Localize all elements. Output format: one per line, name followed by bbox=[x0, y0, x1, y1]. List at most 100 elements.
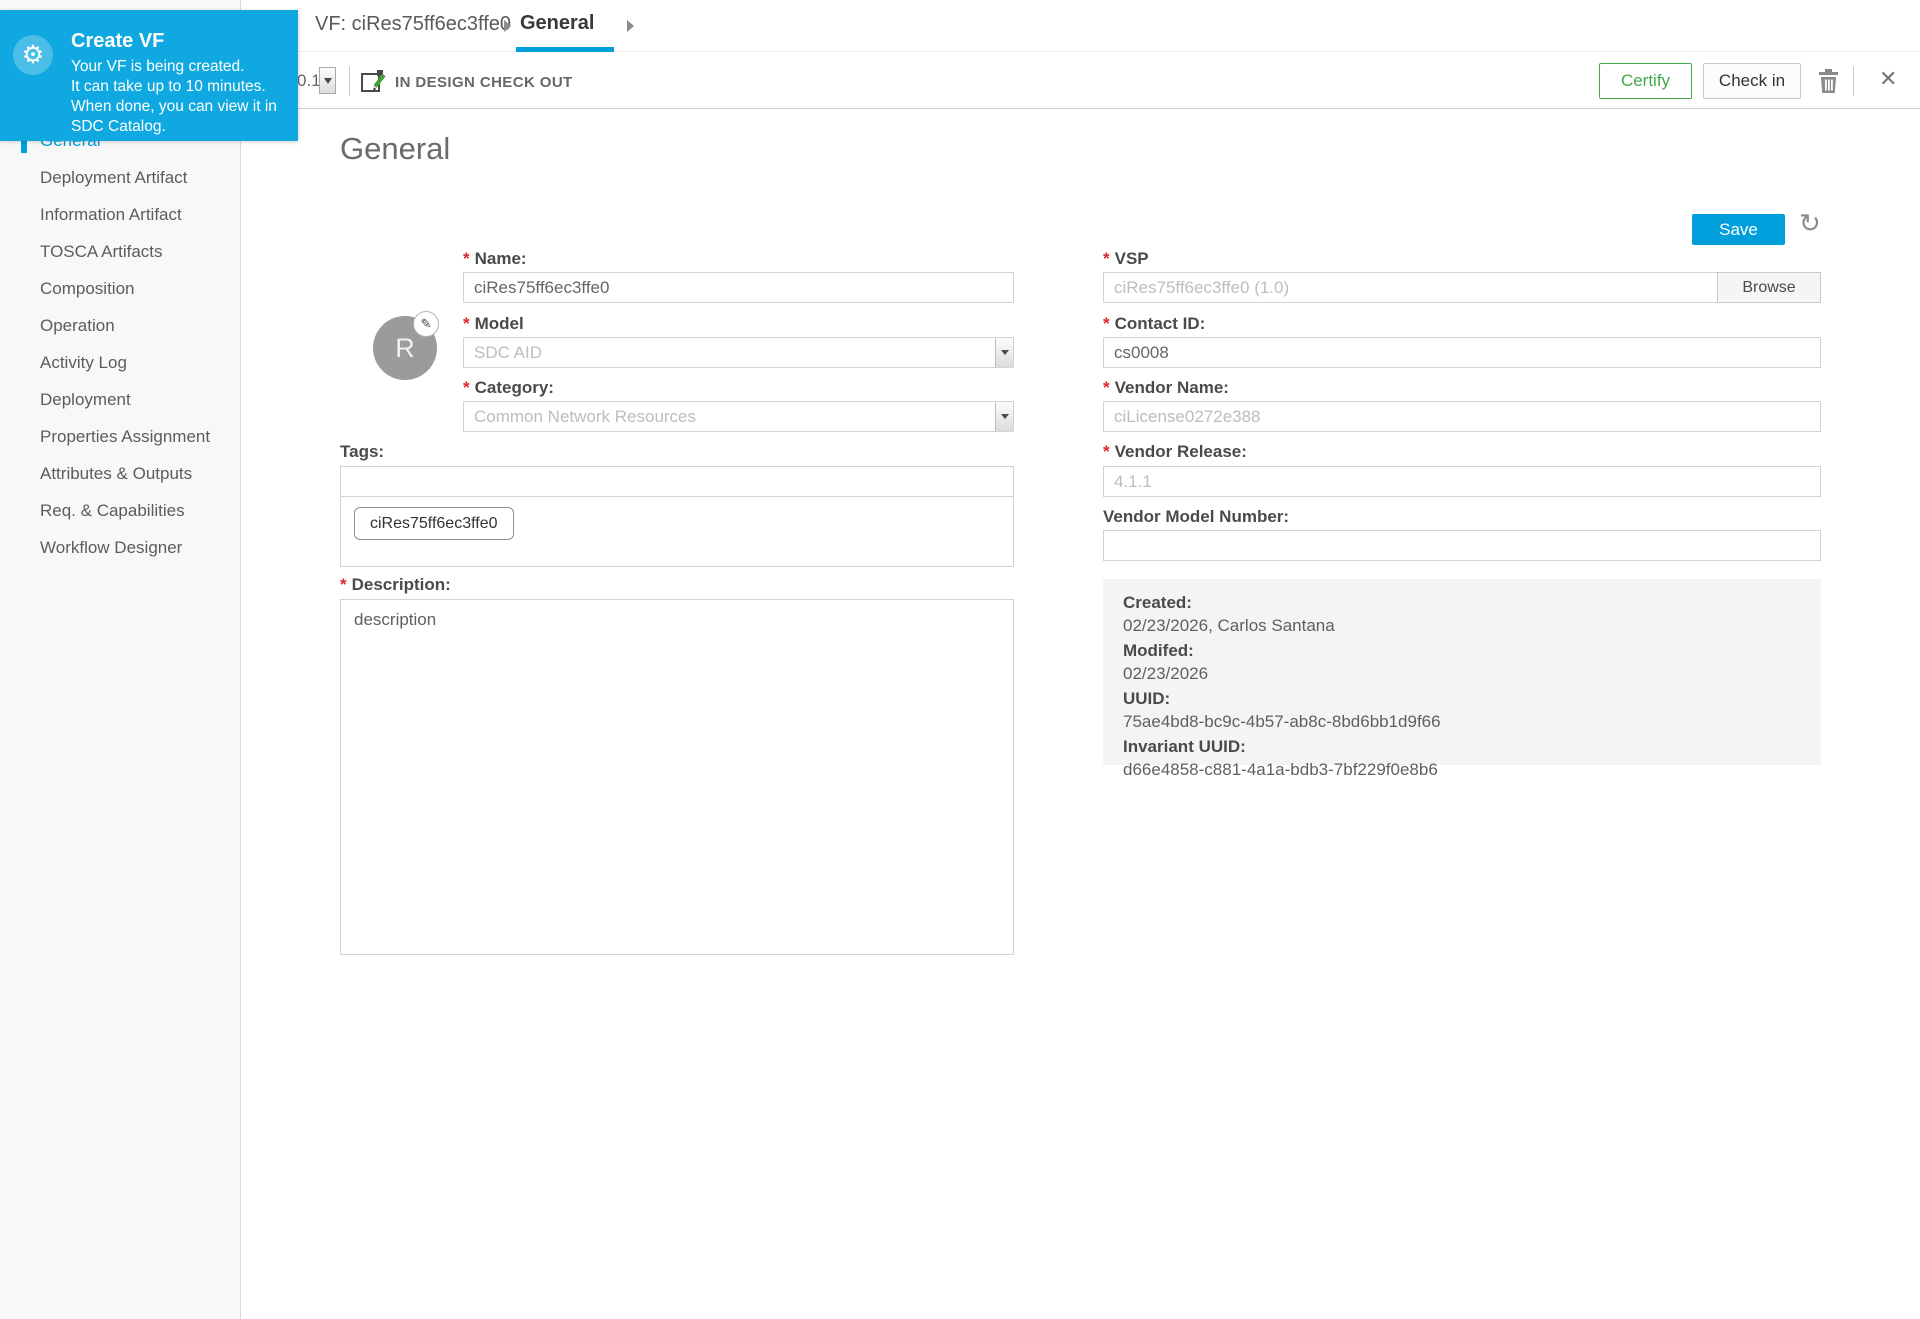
category-select[interactable]: Common Network Resources bbox=[463, 401, 1014, 432]
avatar-initial: R bbox=[395, 333, 415, 364]
toast-line: Your VF is being created. bbox=[71, 57, 291, 77]
toolbar-divider bbox=[349, 66, 350, 96]
vendor-model-number-label: Vendor Model Number: bbox=[1103, 507, 1289, 527]
sidebar-item-operation[interactable]: Operation bbox=[0, 307, 240, 344]
contact-id-input[interactable] bbox=[1103, 337, 1821, 368]
toast-line: When done, you can view it in bbox=[71, 97, 291, 117]
toolbar-divider bbox=[1853, 66, 1854, 96]
category-label: *Category: bbox=[463, 378, 554, 398]
select-spinner bbox=[995, 402, 1013, 431]
description-textarea[interactable]: description bbox=[340, 599, 1014, 955]
sidebar-item-label: Operation bbox=[40, 316, 115, 335]
edit-pencil-icon: ✎ bbox=[421, 316, 432, 332]
tab-bar: VF: ciRes75ff6ec3ffe0 General bbox=[241, 0, 1920, 52]
sidebar-item-label: Deployment bbox=[40, 390, 131, 409]
vendor-name-label: *Vendor Name: bbox=[1103, 378, 1229, 398]
label-text: VSP bbox=[1115, 249, 1149, 268]
tags-label: Tags: bbox=[340, 442, 384, 462]
required-marker: * bbox=[1103, 314, 1110, 333]
create-vf-toast: ⚙ Create VF Your VF is being created. It… bbox=[0, 10, 298, 141]
save-button[interactable]: Save bbox=[1692, 214, 1785, 245]
meta-label: Created: bbox=[1123, 592, 1801, 614]
chevron-down-icon bbox=[324, 78, 332, 84]
tab-vf-resource[interactable]: VF: ciRes75ff6ec3ffe0 bbox=[315, 13, 511, 36]
tags-chip-area: ciRes75ff6ec3ffe0 bbox=[340, 497, 1014, 567]
model-label: *Model bbox=[463, 314, 524, 334]
vsp-row: Browse bbox=[1103, 272, 1821, 303]
label-text: Vendor Release: bbox=[1115, 442, 1247, 461]
label-text: Name: bbox=[475, 249, 527, 268]
sidebar-item-properties-assignment[interactable]: Properties Assignment bbox=[0, 418, 240, 455]
main-region: VF: ciRes75ff6ec3ffe0 General V 0.1 IN D… bbox=[241, 0, 1920, 1319]
breadcrumb-arrow-icon bbox=[504, 20, 511, 32]
sidebar-item-composition[interactable]: Composition bbox=[0, 270, 240, 307]
required-marker: * bbox=[1103, 378, 1110, 397]
delete-trash-icon[interactable] bbox=[1817, 68, 1840, 95]
meta-modified: Modifed: 02/23/2026 bbox=[1123, 640, 1801, 685]
toast-line: SDC Catalog. bbox=[71, 117, 291, 137]
chevron-down-icon bbox=[1001, 414, 1009, 419]
avatar-edit-button[interactable]: ✎ bbox=[413, 311, 439, 337]
category-select-value: Common Network Resources bbox=[474, 407, 696, 426]
sidebar-item-tosca-artifacts[interactable]: TOSCA Artifacts bbox=[0, 233, 240, 270]
description-label: * Description: bbox=[340, 575, 451, 595]
tags-input[interactable] bbox=[340, 466, 1014, 497]
sidebar-item-deployment[interactable]: Deployment bbox=[0, 381, 240, 418]
sidebar-item-workflow-designer[interactable]: Workflow Designer bbox=[0, 529, 240, 566]
label-text: Description: bbox=[352, 575, 451, 594]
select-spinner bbox=[995, 338, 1013, 367]
required-marker: * bbox=[1103, 442, 1110, 461]
tab-general[interactable]: General bbox=[520, 12, 594, 35]
gear-icon: ⚙ bbox=[13, 35, 53, 75]
vendor-name-input bbox=[1103, 401, 1821, 432]
meta-value: 02/23/2026, Carlos Santana bbox=[1123, 614, 1801, 637]
gear-glyph: ⚙ bbox=[22, 40, 44, 70]
meta-label: UUID: bbox=[1123, 688, 1801, 710]
vendor-release-label: * Vendor Release: bbox=[1103, 442, 1247, 462]
chevron-down-icon bbox=[1001, 350, 1009, 355]
sidebar-item-deployment-artifact[interactable]: Deployment Artifact bbox=[0, 159, 240, 196]
sidebar-item-label: Attributes & Outputs bbox=[40, 464, 192, 483]
meta-invariant-uuid: Invariant UUID: d66e4858-c881-4a1a-bdb3-… bbox=[1123, 736, 1801, 781]
meta-label: Modifed: bbox=[1123, 640, 1801, 662]
label-text: Vendor Model Number: bbox=[1103, 507, 1289, 526]
meta-created: Created: 02/23/2026, Carlos Santana bbox=[1123, 592, 1801, 637]
required-marker: * bbox=[340, 575, 347, 594]
metadata-panel: Created: 02/23/2026, Carlos Santana Modi… bbox=[1103, 579, 1821, 765]
sidebar-item-label: Activity Log bbox=[40, 353, 127, 372]
tag-chip[interactable]: ciRes75ff6ec3ffe0 bbox=[354, 507, 514, 540]
name-label: * Name: bbox=[463, 249, 527, 269]
sidebar-item-attributes-outputs[interactable]: Attributes & Outputs bbox=[0, 455, 240, 492]
contact-id-label: * Contact ID: bbox=[1103, 314, 1205, 334]
vsp-label: * VSP bbox=[1103, 249, 1149, 269]
model-select-value: SDC AID bbox=[474, 343, 542, 362]
vendor-model-number-input[interactable] bbox=[1103, 530, 1821, 561]
vendor-release-input bbox=[1103, 466, 1821, 497]
check-in-button[interactable]: Check in bbox=[1703, 63, 1801, 99]
label-text: Contact ID: bbox=[1115, 314, 1206, 333]
sidebar-item-label: Properties Assignment bbox=[40, 427, 210, 446]
breadcrumb-arrow-icon bbox=[627, 20, 634, 32]
close-icon[interactable]: ✕ bbox=[1875, 64, 1901, 94]
sidebar-item-label: Composition bbox=[40, 279, 135, 298]
model-select[interactable]: SDC AID bbox=[463, 337, 1014, 368]
required-marker: * bbox=[1103, 249, 1110, 268]
toast-line: It can take up to 10 minutes. bbox=[71, 77, 291, 97]
name-input[interactable] bbox=[463, 272, 1014, 303]
in-design-icon bbox=[359, 67, 387, 95]
sidebar-item-activity-log[interactable]: Activity Log bbox=[0, 344, 240, 381]
sidebar-item-information-artifact[interactable]: Information Artifact bbox=[0, 196, 240, 233]
left-sidebar: General Deployment Artifact Information … bbox=[0, 0, 241, 1319]
sidebar-item-label: Deployment Artifact bbox=[40, 168, 187, 187]
sidebar-item-req-capabilities[interactable]: Req. & Capabilities bbox=[0, 492, 240, 529]
sidebar-item-label: Req. & Capabilities bbox=[40, 501, 185, 520]
certify-button[interactable]: Certify bbox=[1599, 63, 1692, 99]
refresh-icon[interactable]: ↻ bbox=[1799, 210, 1821, 236]
lifecycle-status-label: IN DESIGN CHECK OUT bbox=[395, 74, 573, 91]
meta-value: d66e4858-c881-4a1a-bdb3-7bf229f0e8b6 bbox=[1123, 758, 1801, 781]
required-marker: * bbox=[463, 249, 470, 268]
sidebar-item-label: TOSCA Artifacts bbox=[40, 242, 163, 261]
meta-value: 75ae4bd8-bc9c-4b57-ab8c-8bd6bb1d9f66 bbox=[1123, 710, 1801, 733]
version-dropdown[interactable] bbox=[319, 67, 336, 94]
browse-button[interactable]: Browse bbox=[1717, 272, 1821, 303]
